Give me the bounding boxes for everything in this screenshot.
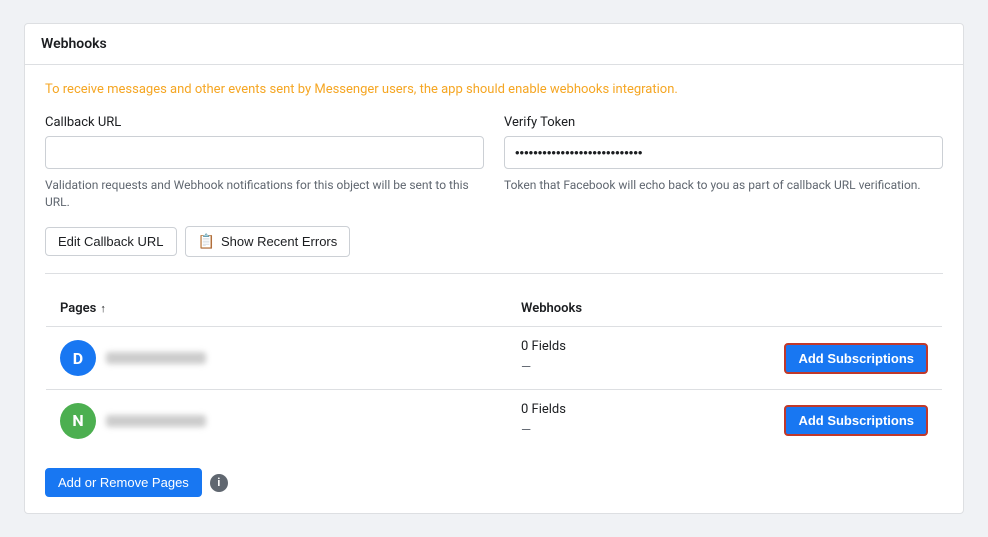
verify-token-label: Verify Token	[504, 115, 943, 130]
page-cell-2: N	[46, 389, 507, 452]
fields-sub-1: —	[521, 358, 729, 379]
sort-arrow-icon: ↑	[100, 302, 106, 315]
add-subscriptions-button-1[interactable]: Add Subscriptions	[784, 343, 928, 374]
avatar-2: N	[60, 403, 96, 439]
actions-row: Edit Callback URL 📋 Show Recent Errors	[45, 226, 943, 273]
info-message: To receive messages and other events sen…	[45, 81, 943, 99]
webhooks-column-header: Webhooks	[507, 291, 743, 327]
show-errors-button[interactable]: 📋 Show Recent Errors	[185, 226, 351, 257]
add-subscriptions-button-2[interactable]: Add Subscriptions	[784, 405, 928, 436]
callback-url-label: Callback URL	[45, 115, 484, 130]
actions-column-header	[743, 291, 943, 327]
fields-count-label-1: 0 Fields	[521, 337, 729, 358]
divider	[45, 273, 943, 274]
callback-hint: Validation requests and Webhook notifica…	[45, 177, 484, 211]
add-remove-pages-button[interactable]: Add or Remove Pages	[45, 468, 202, 497]
webhooks-cell-1: 0 Fields —	[507, 327, 743, 390]
pages-table: Pages ↑ Webhooks D	[45, 290, 943, 452]
fields-count-2: 0 Fields —	[521, 400, 729, 442]
table-header-row: Pages ↑ Webhooks	[46, 291, 943, 327]
verify-token-group: Verify Token	[504, 115, 943, 169]
table-row: D 0 Fields — Add Subscriptions	[46, 327, 943, 390]
edit-callback-button[interactable]: Edit Callback URL	[45, 227, 177, 256]
page-cell-1: D	[46, 327, 507, 390]
avatar-1: D	[60, 340, 96, 376]
callback-url-group: Callback URL	[45, 115, 484, 169]
page-name-2	[106, 415, 206, 427]
fields-count-1: 0 Fields —	[521, 337, 729, 379]
pages-column-header: Pages ↑	[46, 291, 507, 327]
page-info-1: D	[60, 340, 493, 376]
hint-row: Validation requests and Webhook notifica…	[45, 177, 943, 211]
callback-url-input[interactable]	[45, 136, 484, 169]
form-row: Callback URL Verify Token	[45, 115, 943, 169]
fields-sub-2: —	[521, 421, 729, 442]
pages-sort: Pages ↑	[60, 301, 106, 316]
webhooks-card: Webhooks To receive messages and other e…	[24, 23, 964, 515]
fields-count-label-2: 0 Fields	[521, 400, 729, 421]
pages-column-label: Pages	[60, 301, 96, 316]
page-name-1	[106, 352, 206, 364]
show-errors-label: Show Recent Errors	[221, 234, 337, 249]
verify-token-input[interactable]	[504, 136, 943, 169]
subscriptions-cell-2: Add Subscriptions	[743, 389, 943, 452]
table-row: N 0 Fields — Add Subscriptions	[46, 389, 943, 452]
subscriptions-cell-1: Add Subscriptions	[743, 327, 943, 390]
card-title: Webhooks	[25, 24, 963, 65]
card-body: To receive messages and other events sen…	[25, 65, 963, 514]
webhooks-cell-2: 0 Fields —	[507, 389, 743, 452]
bottom-actions: Add or Remove Pages i	[45, 468, 943, 497]
page-info-2: N	[60, 403, 493, 439]
info-icon: i	[210, 474, 228, 492]
clipboard-icon: 📋	[198, 233, 215, 250]
token-hint: Token that Facebook will echo back to yo…	[504, 177, 943, 211]
